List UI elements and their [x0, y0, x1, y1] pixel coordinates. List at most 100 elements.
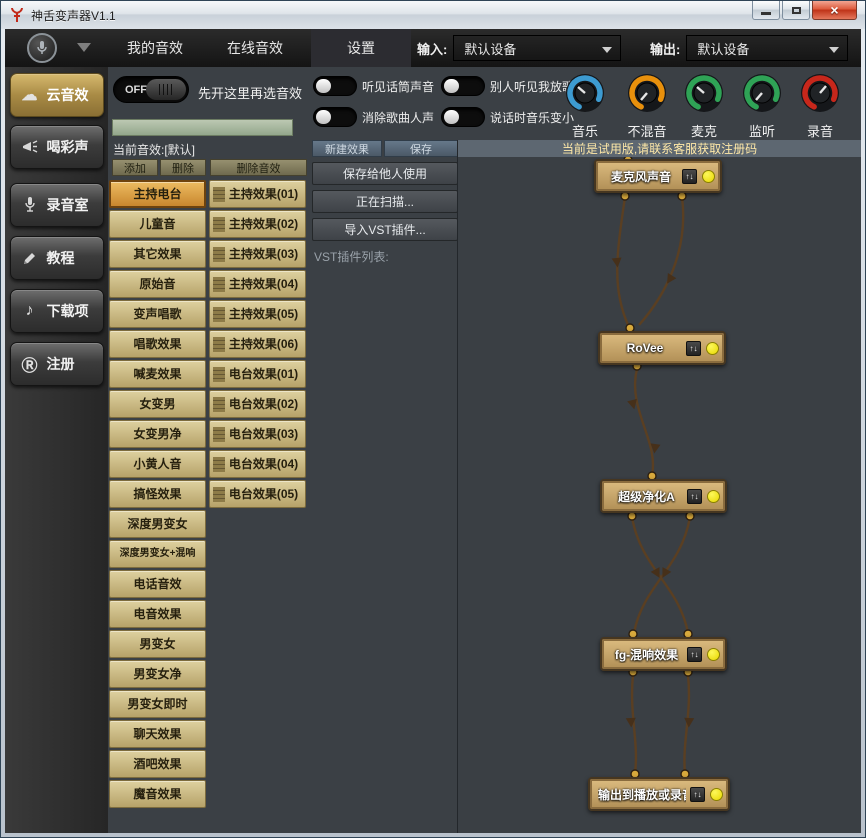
node-super-purify[interactable]: 超级净化A ↑↓ [600, 479, 727, 513]
effect-chain-graph: 麦克风声音 ↑↓ RoVee ↑↓ 超级净化A ↑↓ fg-混响效果 ↑↓ [458, 157, 861, 833]
node-enabled-indicator[interactable] [707, 490, 720, 503]
delete-effect-button[interactable]: 删除 [160, 159, 206, 176]
node-label: 超级净化A [610, 488, 683, 505]
effect-category-item[interactable]: 聊天效果 [109, 720, 206, 748]
knob-mic[interactable]: 麦克 [676, 71, 732, 140]
delete-preset-button[interactable]: 删除音效 [210, 159, 307, 176]
sidebar-item-register[interactable]: Ⓡ 注册 [10, 342, 104, 386]
minimize-button[interactable] [752, 1, 780, 20]
minimize-icon [761, 12, 771, 15]
layers-icon [213, 487, 225, 502]
toggle-others-hear-music[interactable] [441, 76, 485, 96]
effect-category-item[interactable]: 其它效果 [109, 240, 206, 268]
effect-category-item[interactable]: 女变男 [109, 390, 206, 418]
effect-category-item[interactable]: 女变男净 [109, 420, 206, 448]
node-reorder-icon[interactable]: ↑↓ [682, 169, 697, 184]
effect-category-item[interactable]: 唱歌效果 [109, 330, 206, 358]
node-reorder-icon[interactable]: ↑↓ [690, 787, 705, 802]
toggle-duck-music[interactable] [441, 107, 485, 127]
effect-preset-item[interactable]: 电台效果(01) [209, 360, 306, 388]
close-icon: × [830, 2, 838, 18]
layers-icon [213, 187, 225, 202]
effect-category-item[interactable]: 深度男变女+混响 [109, 540, 206, 568]
save-for-others-button[interactable]: 保存给他人使用 [312, 162, 458, 185]
sidebar-item-cloud-effects[interactable]: ☁ 云音效 [10, 73, 104, 117]
effect-category-item[interactable]: 魔音效果 [109, 780, 206, 808]
input-device-select[interactable]: 默认设备 [453, 35, 621, 61]
knob-music[interactable]: 音乐 [557, 71, 613, 140]
effect-category-item[interactable]: 深度男变女 [109, 510, 206, 538]
tab-settings[interactable]: 设置 [311, 29, 411, 67]
node-enabled-indicator[interactable] [707, 648, 720, 661]
node-enabled-indicator[interactable] [706, 342, 719, 355]
node-rovee[interactable]: RoVee ↑↓ [598, 331, 726, 365]
sidebar-item-downloads[interactable]: ♪ 下载项 [10, 289, 104, 333]
node-enabled-indicator[interactable] [702, 170, 715, 183]
effect-category-item[interactable]: 男变女即时 [109, 690, 206, 718]
layers-icon [213, 277, 225, 292]
power-hint-text: 先开这里再选音效 [198, 83, 302, 102]
import-vst-button[interactable]: 导入VST插件... [312, 218, 458, 241]
effect-category-item[interactable]: 喊麦效果 [109, 360, 206, 388]
node-reorder-icon[interactable]: ↑↓ [687, 647, 702, 662]
sidebar-item-label: 录音室 [47, 195, 89, 215]
power-toggle-label: OFF [114, 84, 147, 96]
sidebar-item-cheers[interactable]: 喝彩声 [10, 125, 104, 169]
main-area: OFF 先开这里再选音效 听见话筒声音 别人听见我放歌 消除歌曲人声 说话时音乐… [108, 67, 861, 833]
new-effect-button[interactable]: 新建效果 [312, 140, 382, 157]
maximize-button[interactable] [782, 1, 810, 20]
node-reorder-icon[interactable]: ↑↓ [686, 341, 701, 356]
add-effect-button[interactable]: 添加 [112, 159, 158, 176]
profile-dropdown-icon[interactable] [77, 43, 91, 52]
toggle-hear-mic[interactable] [313, 76, 357, 96]
effect-category-item[interactable]: 搞怪效果 [109, 480, 206, 508]
knob-no-mix[interactable]: 不混音 [619, 71, 675, 140]
titlebar[interactable]: 神舌变声器V1.1 × [1, 1, 865, 29]
knob-dial [740, 71, 784, 115]
power-toggle[interactable]: OFF [113, 76, 189, 103]
effect-preset-item[interactable]: 电台效果(05) [209, 480, 306, 508]
effect-category-item[interactable]: 变声唱歌 [109, 300, 206, 328]
node-label: fg-混响效果 [610, 646, 683, 663]
knob-monitor[interactable]: 监听 [734, 71, 790, 140]
effect-preset-item[interactable]: 主持效果(01) [209, 180, 306, 208]
layers-icon [213, 427, 225, 442]
app-logo-icon [9, 7, 25, 23]
effect-preset-item[interactable]: 电台效果(03) [209, 420, 306, 448]
effect-category-item[interactable]: 儿童音 [109, 210, 206, 238]
scanning-status-button[interactable]: 正在扫描... [312, 190, 458, 213]
megaphone-icon [20, 140, 40, 154]
effect-preset-item[interactable]: 主持效果(05) [209, 300, 306, 328]
effect-category-item[interactable]: 主持电台 [109, 180, 206, 208]
sidebar-item-tutorial[interactable]: 教程 [10, 236, 104, 280]
output-device-label: 输出: [650, 39, 680, 58]
node-reorder-icon[interactable]: ↑↓ [687, 489, 702, 504]
effect-category-item[interactable]: 酒吧效果 [109, 750, 206, 778]
profile-button[interactable] [27, 33, 57, 63]
close-button[interactable]: × [812, 1, 857, 20]
effect-category-item[interactable]: 小黄人音 [109, 450, 206, 478]
effect-category-item[interactable]: 男变女 [109, 630, 206, 658]
effect-category-item[interactable]: 男变女净 [109, 660, 206, 688]
toggle-remove-vocals[interactable] [313, 107, 357, 127]
node-output[interactable]: 输出到播放或录音 ↑↓ [588, 777, 730, 811]
tab-my-effects[interactable]: 我的音效 [105, 29, 205, 67]
effect-category-item[interactable]: 原始音 [109, 270, 206, 298]
effect-preset-item[interactable]: 电台效果(02) [209, 390, 306, 418]
node-enabled-indicator[interactable] [710, 788, 723, 801]
vst-list-label: VST插件列表: [314, 248, 389, 265]
effect-category-item[interactable]: 电音效果 [109, 600, 206, 628]
effect-preset-item[interactable]: 主持效果(04) [209, 270, 306, 298]
effect-preset-item[interactable]: 主持效果(06) [209, 330, 306, 358]
effect-category-item[interactable]: 电话音效 [109, 570, 206, 598]
node-fg-reverb[interactable]: fg-混响效果 ↑↓ [600, 637, 727, 671]
sidebar-item-recording-studio[interactable]: 录音室 [10, 183, 104, 227]
effect-preset-item[interactable]: 主持效果(03) [209, 240, 306, 268]
effect-preset-item[interactable]: 电台效果(04) [209, 450, 306, 478]
effect-preset-item[interactable]: 主持效果(02) [209, 210, 306, 238]
output-device-select[interactable]: 默认设备 [686, 35, 848, 61]
save-button[interactable]: 保存 [384, 140, 458, 157]
knob-record[interactable]: 录音 [792, 71, 848, 140]
tab-online-effects[interactable]: 在线音效 [205, 29, 305, 67]
node-mic-input[interactable]: 麦克风声音 ↑↓ [594, 159, 722, 193]
